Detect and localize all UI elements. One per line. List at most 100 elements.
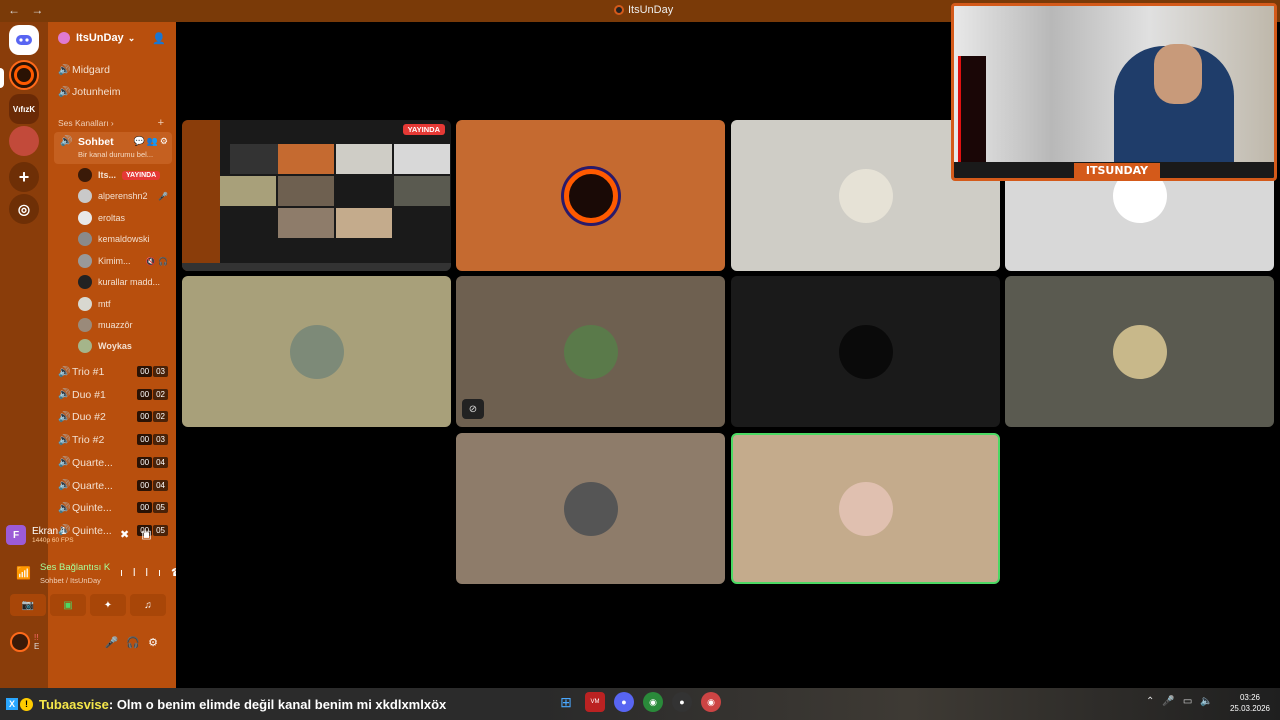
member-item[interactable]: Kimim... 🔇 🎧 [78,254,168,268]
alert-badge: ! [20,697,34,711]
add-server-icon[interactable]: + [9,162,39,192]
stream-preview-tile [394,144,450,174]
user-limit-badge: 00 05 [137,502,168,514]
channel-jotunheim[interactable]: 🔊 Jotunheim [58,86,172,98]
channel-label: Duo #1 [72,388,106,401]
add-channel-icon[interactable]: + [158,117,164,129]
avatar [838,481,893,536]
stream-preview-tile [278,208,334,238]
ticker-nick: Tubaasvise [39,696,109,712]
member-item[interactable]: Woykas [78,339,168,353]
avatar [78,297,92,311]
member-item[interactable]: muazzôr [78,318,168,332]
count-current: 00 [137,411,153,423]
obs-icon[interactable]: ● [672,692,692,712]
voice-location[interactable]: Sohbet / ItsUnDay [40,576,101,585]
channel-midgard[interactable]: 🔊 Midgard [58,64,172,76]
stream-preview-tile [278,144,334,174]
chrome-profile-icon[interactable]: ◉ [701,692,721,712]
participant-tile[interactable] [456,433,725,584]
member-item[interactable]: eroltas [78,211,168,225]
participant-tile[interactable] [456,120,725,271]
voice-channel-item[interactable]: 🔊 Duo #2 00 02 [58,411,172,423]
window-title: ItsUnDay [614,4,673,16]
voice-channel-item[interactable]: 🔊 Quinte... 00 05 [58,502,172,514]
taskbar-apps: ⊞ VM ● ◉ ● ◉ [556,692,721,712]
voice-channel-item[interactable]: 🔊 Duo #1 00 02 [58,388,172,401]
count-limit: 02 [153,388,168,400]
network-icon[interactable]: ▭ [1183,696,1200,707]
stream-tile[interactable]: YAYINDA [182,120,451,271]
avatar [78,275,92,289]
headphones-icon[interactable]: 🎧 [126,637,148,649]
avatar [78,339,92,353]
voice-status[interactable]: Ses Bağlantısı K [40,562,110,573]
speaker-icon: 🔊 [58,86,71,98]
participant-tile[interactable]: ⊘ [456,276,725,427]
member-item[interactable]: kemaldowski [78,232,168,246]
stream-settings-icon[interactable]: ▣ [141,529,163,541]
participant-tile[interactable] [731,433,1000,584]
screen-share-actions: ✖▣ [120,528,164,541]
discord-home-icon[interactable] [9,25,39,55]
back-arrow-icon[interactable]: ← [8,3,20,17]
channel-sidebar: ItsUnDay ⌄ 👤 🔊 Midgard 🔊 Jotunheim Ses K… [48,22,176,688]
user-limit-badge: 00 02 [137,411,168,423]
voice-channel-item[interactable]: 🔊 Trio #2 00 03 [58,434,172,446]
channel-status[interactable]: Bir kanal durumu bel... [78,150,153,159]
participant-tile[interactable] [182,276,451,427]
channel-label: Quarte... [72,479,113,492]
voice-channel-item[interactable]: 🔊 Quarte... 00 04 [58,456,172,469]
server-name: ItsUnDay [76,32,124,44]
microphone-icon[interactable]: 🎤 [105,637,127,649]
speaker-icon: 🔊 [58,502,71,514]
member-item[interactable]: alperenshn2 🎤 [78,189,168,203]
channel-actions[interactable]: 💬👥⚙ [134,136,170,147]
member-item[interactable]: Its... YAYINDA [78,168,168,182]
participant-tile[interactable] [1005,276,1274,427]
server-itsunday-icon[interactable] [9,60,39,90]
participant-tile[interactable] [731,276,1000,427]
discord-taskbar-icon[interactable]: ● [614,692,634,712]
clock[interactable]: 03:26 25.03.2026 [1226,692,1274,714]
screen-share-badge: F [6,525,26,545]
camera-off-button[interactable]: 📷 [10,594,46,616]
user-panel: !! E 🎤🎧⚙ [10,630,166,654]
count-limit: 03 [153,366,168,377]
activities-button[interactable]: ✦ [90,594,126,616]
soundboard-button[interactable]: ♫ [130,594,166,616]
screen-share-button[interactable]: ▣ [50,594,86,616]
server-badge-icon [58,32,70,44]
noise-suppression-icon[interactable]: ıllı [120,567,171,579]
mic-tray-icon[interactable]: 🎤 [1162,696,1182,707]
clock-time: 03:26 [1239,693,1261,702]
forward-arrow-icon[interactable]: → [31,3,43,17]
chevron-up-icon[interactable]: ⌃ [1146,696,1162,707]
user-name-block[interactable]: !! E [34,633,39,651]
member-item[interactable]: mtf [78,297,168,311]
screen-share-quality: 1440p 60 FPS [32,537,74,544]
stop-stream-icon[interactable]: ✖ [120,529,141,541]
chrome-icon[interactable]: ◉ [643,692,663,712]
windows-start-icon[interactable]: ⊞ [556,692,576,712]
voice-channel-item[interactable]: 🔊 Trio #1 00 03 [58,366,172,378]
channel-label: Quinte... [72,502,112,515]
volume-icon[interactable]: 🔈 [1200,696,1220,707]
member-name: kurallar madd... [98,277,161,287]
ticker-message: : Olm o benim elimde değil kanal benim m… [108,696,447,712]
member-item[interactable]: kurallar madd... [78,275,168,289]
voice-channel-item[interactable]: 🔊 Quarte... 00 04 [58,479,172,492]
avatar[interactable] [10,632,30,652]
member-name: alperenshn2 [98,191,148,201]
count-limit: 05 [153,502,168,514]
invite-people-icon[interactable]: 👤 [152,32,166,45]
channel-sohbet[interactable]: 🔊 Sohbet Bir kanal durumu bel... 💬👥⚙ [54,132,172,164]
server-folder-icon[interactable] [9,126,39,156]
category-voice-channels[interactable]: Ses Kanalları › + [58,117,168,129]
count-limit: 04 [153,479,168,491]
voicemeeter-icon[interactable]: VM [585,692,605,712]
server-header[interactable]: ItsUnDay ⌄ 👤 [48,22,176,54]
server-vifizk[interactable]: VıfızK [9,94,39,124]
settings-gear-icon[interactable]: ⚙ [148,637,166,649]
explore-compass-icon[interactable]: ◎ [9,194,39,224]
